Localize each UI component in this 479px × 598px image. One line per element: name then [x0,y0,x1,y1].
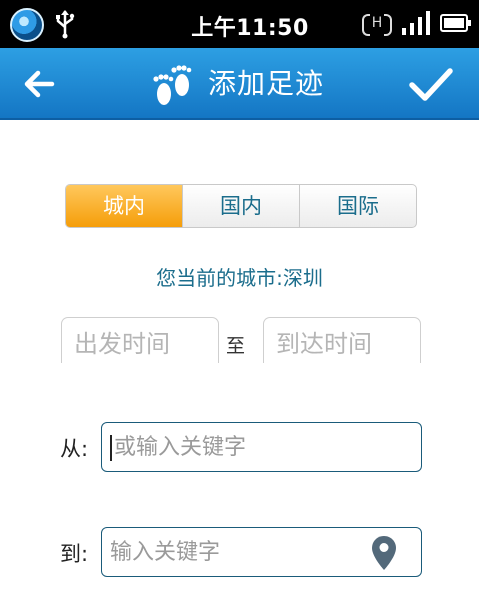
title-bar: 添加足迹 [0,48,479,120]
arrive-time-field[interactable]: 到达时间 [263,317,421,363]
battery-icon [440,14,471,32]
from-input[interactable] [114,423,374,471]
time-separator: 至 [226,335,246,357]
status-time: 上午11:50 [191,16,309,41]
usb-icon [56,10,75,39]
scope-segmented-control: 城内 国内 国际 [65,184,417,228]
from-label: 从: [60,437,89,461]
page-title: 添加足迹 [208,67,325,100]
text-caret [110,435,112,461]
signal-strength-icon [402,11,430,35]
current-city-text[interactable]: 您当前的城市:深圳 [0,262,479,291]
location-pin-icon[interactable] [371,535,397,571]
app-logo-icon [10,8,44,42]
tab-international[interactable]: 国际 [299,185,416,227]
to-label: 到: [60,542,89,566]
from-input-box [101,422,422,472]
footprints-icon [153,65,192,105]
status-bar: 上午11:50 H [0,0,479,48]
confirm-check-icon[interactable] [404,60,458,108]
back-arrow-icon[interactable] [18,62,66,106]
depart-time-field[interactable]: 出发时间 [61,317,219,363]
tab-domestic[interactable]: 国内 [182,185,299,227]
to-input-box [101,527,422,577]
tab-in-city[interactable]: 城内 [66,185,182,227]
network-type-badge: H [362,11,392,36]
to-input[interactable] [110,528,370,576]
